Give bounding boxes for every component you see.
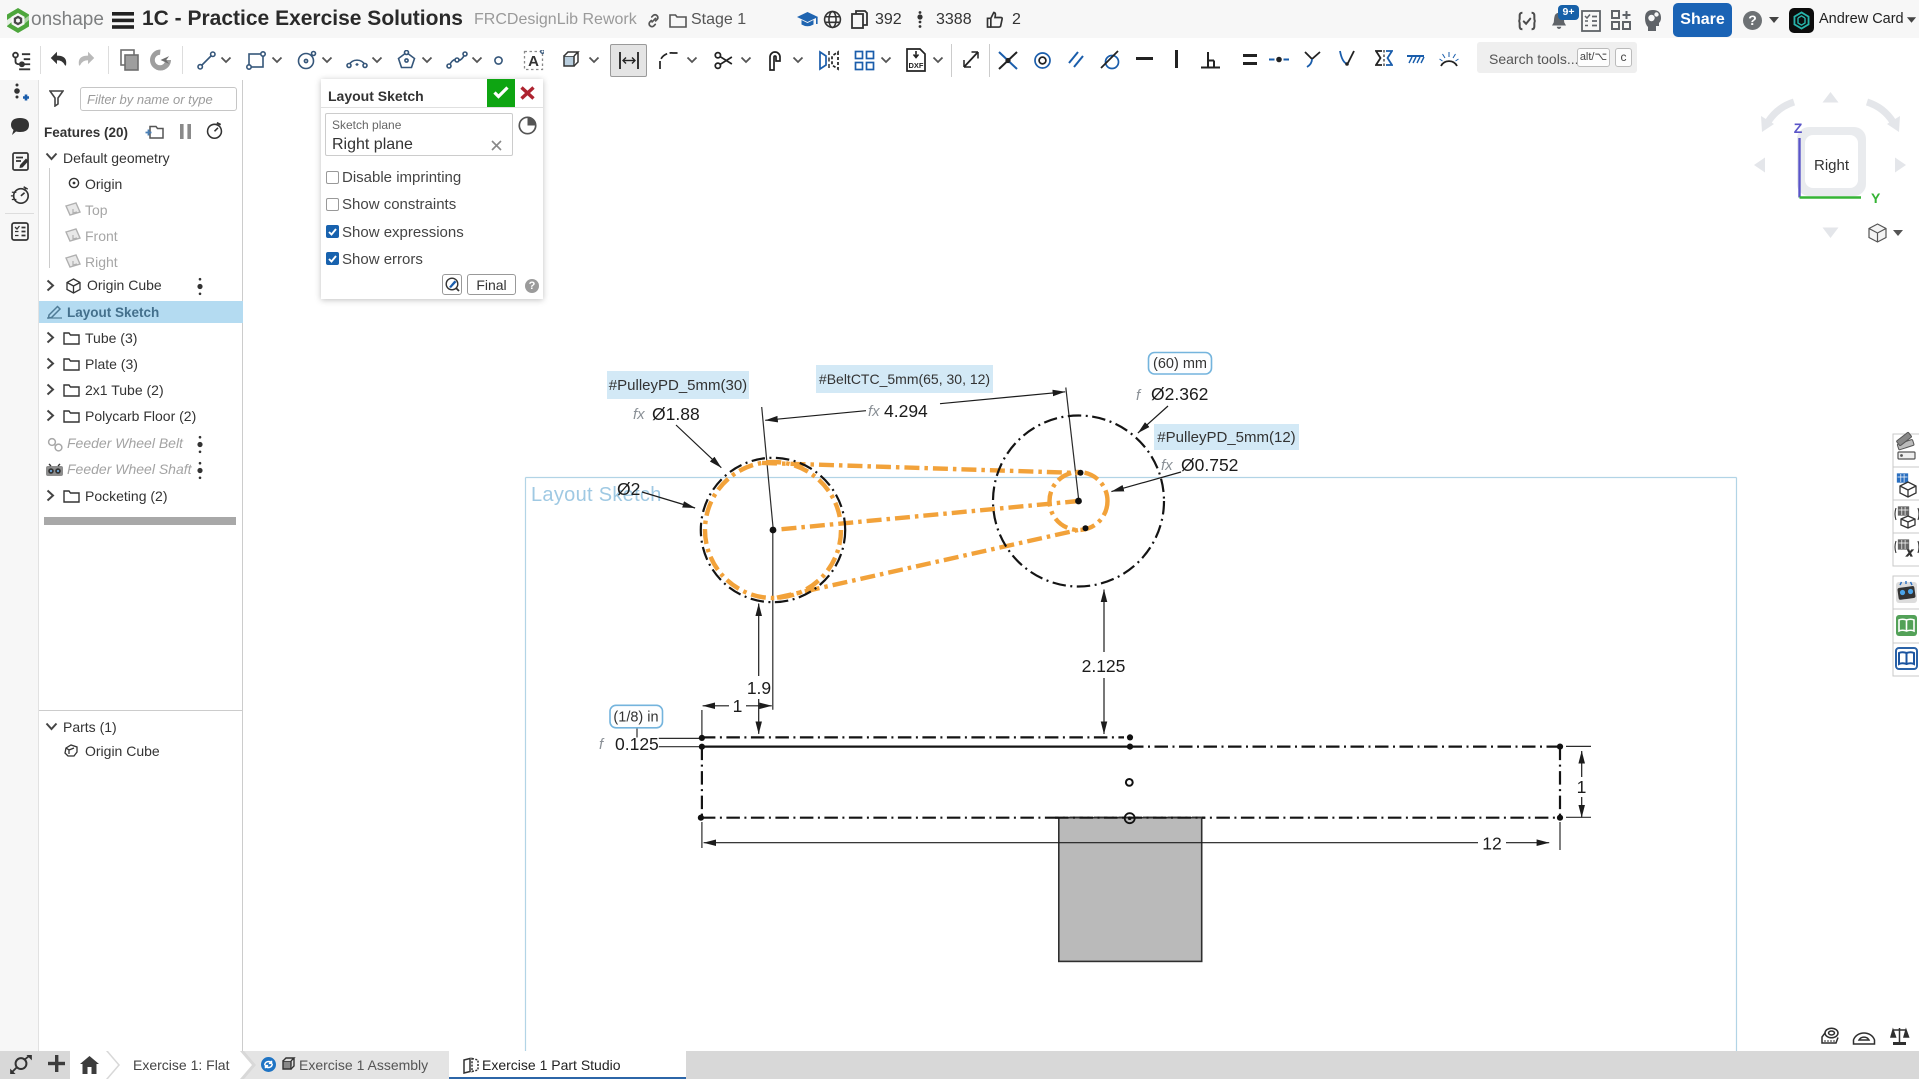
- svg-text:Ø1.88: Ø1.88: [652, 404, 700, 424]
- svg-text:fx: fx: [633, 406, 645, 423]
- svg-text:Layout Sketch: Layout Sketch: [531, 484, 662, 506]
- svg-text:0.125: 0.125: [615, 734, 659, 754]
- svg-text:x: x: [1906, 547, 1913, 559]
- svg-text:(60) mm: (60) mm: [1153, 356, 1207, 372]
- svg-text:12: 12: [1482, 834, 1501, 854]
- svg-text:#BeltCTC_5mm(65, 30, 12): #BeltCTC_5mm(65, 30, 12): [819, 371, 990, 387]
- svg-text:f: f: [1136, 387, 1142, 404]
- svg-text:Ø0.752: Ø0.752: [1181, 455, 1238, 475]
- svg-text:1.9: 1.9: [747, 678, 771, 698]
- svg-text:Y: Y: [1871, 190, 1881, 206]
- svg-text:2.125: 2.125: [1082, 656, 1126, 676]
- svg-text:4.294: 4.294: [884, 401, 928, 421]
- svg-text:Ø2.362: Ø2.362: [1151, 384, 1208, 404]
- svg-text:1: 1: [733, 696, 743, 716]
- svg-text:1: 1: [1577, 777, 1587, 797]
- svg-text:A: A: [528, 53, 539, 70]
- svg-text:Right: Right: [1814, 157, 1850, 174]
- svg-text:fx: fx: [868, 403, 880, 420]
- svg-text:Z: Z: [1794, 120, 1803, 136]
- svg-text:#PulleyPD_5mm(12): #PulleyPD_5mm(12): [1157, 429, 1295, 446]
- svg-text:#PulleyPD_5mm(30): #PulleyPD_5mm(30): [609, 377, 747, 394]
- svg-text:Ø2: Ø2: [617, 479, 640, 499]
- svg-text:fx: fx: [1161, 457, 1173, 474]
- svg-text:f: f: [599, 736, 605, 753]
- svg-text:DXF: DXF: [909, 61, 924, 70]
- svg-text:(1/8) in: (1/8) in: [613, 709, 658, 725]
